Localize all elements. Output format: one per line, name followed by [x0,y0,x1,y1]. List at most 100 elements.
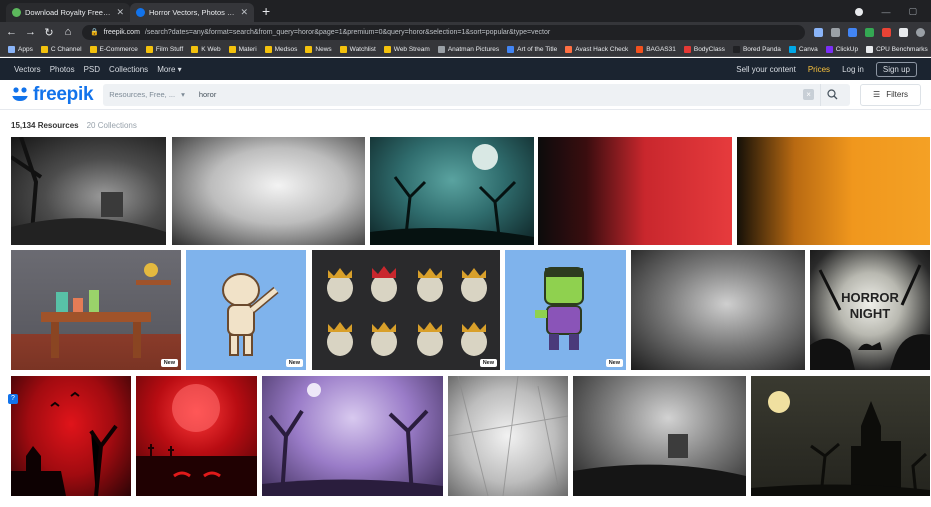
bookmark-c-channel[interactable]: C Channel [40,45,82,53]
bookmark-bodyclass[interactable]: BodyClass [683,45,725,53]
home-icon[interactable]: ⌂ [63,26,73,38]
avatar[interactable] [916,27,925,37]
window-controls: — ▢ [855,6,931,22]
frankenstein-illustration [535,267,584,350]
browser-tab-sound[interactable]: Download Royalty Free Sound E ✕ [6,3,130,22]
extensions [814,27,925,37]
minimize-icon[interactable]: — [881,7,890,17]
lock-icon: 🔒 [90,29,99,36]
result-thumb-grey-scratches[interactable] [448,376,568,496]
bookmark-cpu-benchmarks[interactable]: CPU Benchmarks [866,45,928,53]
prices-link[interactable]: Prices [808,65,830,74]
bookmark-label: C Channel [50,45,82,53]
browser-tab-bar: Download Royalty Free Sound E ✕ Horror V… [0,0,931,22]
bookmark-bored-panda[interactable]: Bored Panda [732,45,781,53]
bookmark-anatman-pictures[interactable]: Anatman Pictures [437,45,499,53]
new-tab-button[interactable]: + [254,2,278,22]
bookmark-label: BAGAS31 [646,45,676,53]
bookmark-apps[interactable]: Apps [8,45,33,53]
bookmark-art-of-the-title[interactable]: Art of the Title [507,45,557,53]
extension-icon[interactable] [814,27,823,37]
profile-icon[interactable] [855,7,864,16]
nav-more-label: More [157,64,176,74]
freepik-logo[interactable]: freepik [10,84,94,106]
search-bar: Resources, Free, ... ▾ horor × [103,83,851,106]
result-thumb-potion-table[interactable]: New [11,250,181,370]
result-thumb-foggy-grave[interactable] [573,376,746,496]
result-thumb-teal-moon[interactable] [370,137,534,245]
result-thumb-mummy-dab[interactable]: New [186,250,306,370]
extension-icon[interactable] [848,27,857,37]
result-thumb-blood-moon-eyes[interactable] [136,376,257,496]
bookmark-bagas31[interactable]: BAGAS31 [636,45,676,53]
bookmark-watchlist[interactable]: Watchlist [339,45,376,53]
close-tab-icon[interactable]: ✕ [116,7,124,18]
skull-kings-illustration [327,266,487,356]
result-thumb-skull-kings[interactable]: New [312,250,500,370]
search-button[interactable] [820,83,844,106]
bookmark-label: Avast Hack Check [575,45,629,53]
browser-tab-freepik[interactable]: Horror Vectors, Photos and PSD ✕ [130,3,254,22]
tab-title: Horror Vectors, Photos and PSD [149,8,236,17]
bookmark-icon [437,45,445,53]
bookmark-e-commerce[interactable]: E-Commerce [89,45,138,53]
nav-photos[interactable]: Photos [50,65,75,74]
purple-forest-illustration [262,383,443,496]
tab-favicon-icon [12,8,21,17]
back-icon[interactable]: ← [6,26,17,38]
reload-icon[interactable]: ↻ [44,26,54,39]
bookmark-avast-hack-check[interactable]: Avast Hack Check [565,45,629,53]
bookmark-materi[interactable]: Materi [228,45,257,53]
result-thumb-smoke-clouds[interactable] [631,250,805,370]
bookmark-web-stream[interactable]: Web Stream [383,45,430,53]
resource-scope-dropdown[interactable]: Resources, Free, ... ▾ [109,90,193,99]
result-count: 15,134 Resources 20 Collections [11,121,137,130]
filters-button[interactable]: ☰ Filters [860,83,921,106]
result-thumb-graveyard-fog[interactable] [11,137,166,245]
login-link[interactable]: Log in [842,65,864,74]
bookmark-icon [305,45,313,53]
foggy-grave-illustration [573,434,746,496]
result-thumb-grunge-white[interactable] [172,137,365,245]
result-thumb-purple-forest[interactable] [262,376,443,496]
side-widget-icon[interactable]: ? [8,394,18,404]
bookmark-icon [788,45,796,53]
nav-more[interactable]: More ▾ [157,65,181,74]
bookmark-medsos[interactable]: Medsos [264,45,297,53]
collections-count-link[interactable]: 20 Collections [87,121,137,130]
url-domain: freepik.com [103,28,140,36]
new-badge: New [605,359,623,367]
bookmark-clickup[interactable]: ClickUp [825,45,858,53]
bookmark-label: E-Commerce [99,45,138,53]
forward-icon[interactable]: → [25,26,36,38]
bookmark-k-web[interactable]: K Web [191,45,221,53]
star-icon[interactable] [831,27,840,37]
extension-icon[interactable] [865,27,874,37]
clear-search-icon[interactable]: × [803,89,815,100]
close-tab-icon[interactable]: ✕ [240,7,248,18]
bookmark-news[interactable]: News [305,45,332,53]
bookmark-icon [866,45,874,53]
sell-content-link[interactable]: Sell your content [736,65,796,74]
bookmark-film-stuff[interactable]: Film Stuff [145,45,184,53]
signup-button[interactable]: Sign up [875,61,917,77]
result-thumb-red-grunge[interactable] [538,137,732,245]
bookmark-canva[interactable]: Canva [788,45,818,53]
bookmark-label: Web Stream [393,45,430,53]
url-input[interactable]: 🔒 freepik.com/search?dates=any&format=se… [82,24,805,40]
puzzle-icon[interactable] [899,27,908,37]
result-thumb-castle-moon[interactable] [751,376,930,496]
extension-icon[interactable] [882,27,891,37]
result-thumb-frankenstein[interactable]: New [505,250,626,370]
maximize-icon[interactable]: ▢ [908,6,917,17]
result-thumb-horror-night[interactable]: HORROR NIGHT [810,250,930,370]
nav-collections[interactable]: Collections [109,65,148,74]
bookmark-icon [89,45,97,53]
nav-vectors[interactable]: Vectors [14,65,41,74]
result-thumb-orange-grunge[interactable] [737,137,930,245]
tab-favicon-icon [136,8,145,17]
result-thumb-red-haunted[interactable] [11,376,131,496]
nav-psd[interactable]: PSD [84,65,100,74]
bookmark-label: Film Stuff [155,45,184,53]
search-input[interactable]: horor [199,90,797,99]
